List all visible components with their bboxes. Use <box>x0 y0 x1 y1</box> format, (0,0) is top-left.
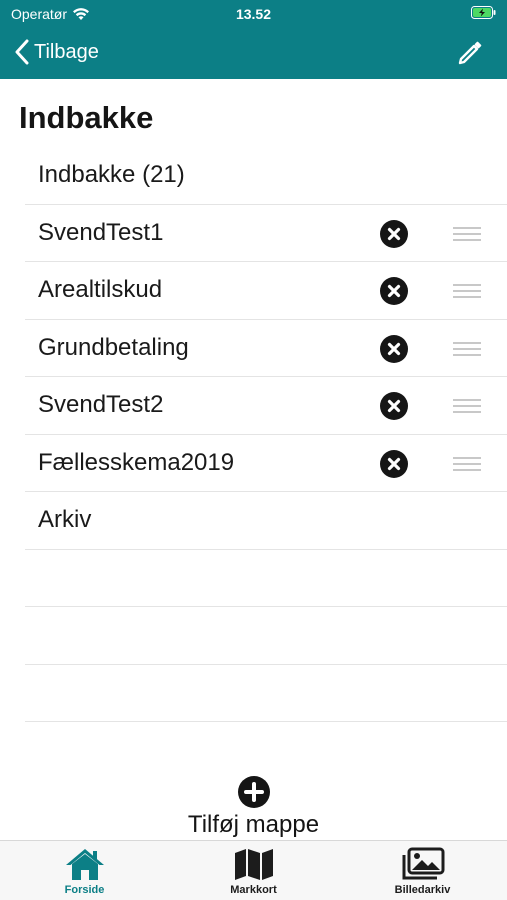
delete-button[interactable] <box>380 277 408 305</box>
page-title: Indbakke <box>19 100 154 135</box>
close-circle-icon <box>387 457 401 470</box>
plus-circle-icon <box>237 776 270 808</box>
folder-row-inbox[interactable]: Indbakke (21) <box>25 147 507 205</box>
chevron-left-icon <box>15 39 29 65</box>
navigation-bar: Tilbage <box>0 28 507 79</box>
delete-button[interactable] <box>380 392 408 420</box>
tab-markkort[interactable]: Markkort <box>169 841 338 900</box>
folder-row-svendtest1[interactable]: SvendTest1 <box>25 205 507 262</box>
drag-handle-icon[interactable] <box>453 284 481 299</box>
folder-row-arealtilskud[interactable]: Arealtilskud <box>25 262 507 320</box>
delete-button[interactable] <box>380 219 408 248</box>
close-circle-icon <box>387 284 401 298</box>
battery-charging-icon <box>471 6 496 24</box>
folder-row-faellesskema2019[interactable]: Fællesskema2019 <box>25 435 507 492</box>
pencil-icon <box>458 41 482 65</box>
folder-list: Indbakke (21) SvendTest1 Arealtilskud Gr… <box>25 147 507 722</box>
delete-button[interactable] <box>380 449 408 478</box>
back-label: Tilbage <box>34 40 99 63</box>
app-header: Operatør 13.52 Tilbage <box>0 0 507 79</box>
tab-label: Billedarkiv <box>394 884 451 896</box>
home-icon <box>65 849 104 880</box>
folder-row-svendtest2[interactable]: SvendTest2 <box>25 377 507 435</box>
folder-label: Arkiv <box>38 506 92 533</box>
close-circle-icon <box>387 342 401 355</box>
close-circle-icon <box>387 399 401 413</box>
drag-handle-icon[interactable] <box>453 341 481 357</box>
folder-label: Grundbetaling <box>38 333 189 361</box>
drag-handle-icon[interactable] <box>453 399 481 414</box>
tab-bar: Forside Markkort Billedarkiv <box>0 840 507 900</box>
tab-label: Forside <box>64 884 105 896</box>
tab-label: Markkort <box>230 884 277 896</box>
folder-label: SvendTest1 <box>38 218 164 246</box>
status-time: 13.52 <box>235 6 272 22</box>
folder-label: Fællesskema2019 <box>38 448 235 476</box>
folder-row-arkiv[interactable]: Arkiv <box>25 492 507 550</box>
add-folder-button[interactable]: Tilføj mappe <box>0 775 507 839</box>
delete-button[interactable] <box>380 334 408 363</box>
map-icon <box>234 849 273 880</box>
empty-row <box>25 550 507 607</box>
back-button[interactable]: Tilbage <box>14 39 99 65</box>
folder-label: SvendTest2 <box>38 391 164 418</box>
empty-row <box>25 665 507 722</box>
photo-gallery-icon <box>402 847 444 880</box>
drag-handle-icon[interactable] <box>453 226 481 242</box>
empty-row <box>25 607 507 665</box>
folder-label: Indbakke (21) <box>38 161 185 188</box>
status-bar: Operatør 13.52 <box>0 0 507 28</box>
tab-forside[interactable]: Forside <box>0 841 169 900</box>
close-circle-icon <box>387 227 401 240</box>
tab-billedarkiv[interactable]: Billedarkiv <box>338 841 507 900</box>
folder-label: Arealtilskud <box>38 276 163 303</box>
drag-handle-icon[interactable] <box>453 456 481 472</box>
add-folder-label: Tilføj mappe <box>187 811 320 838</box>
edit-button[interactable] <box>457 40 483 71</box>
folder-row-grundbetaling[interactable]: Grundbetaling <box>25 320 507 377</box>
